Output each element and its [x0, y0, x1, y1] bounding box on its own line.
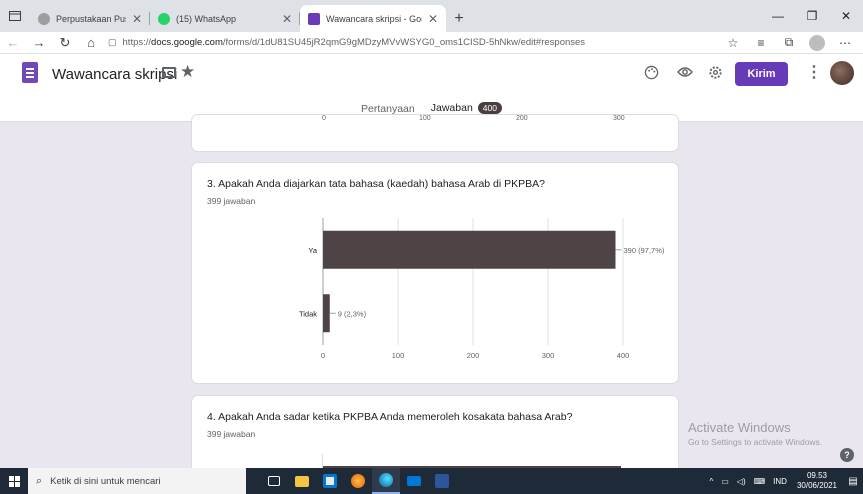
google-forms-favicon-icon [308, 12, 320, 25]
preview-eye-icon[interactable] [676, 63, 694, 81]
start-button[interactable] [0, 468, 28, 494]
search-icon: ⌕ [36, 474, 43, 487]
system-tray: ^ ▭ ◁) ⌨ IND 09.53 30/06/2021 ▤ [705, 468, 863, 494]
perpustakaan-favicon-icon [38, 12, 50, 25]
favorites-icon[interactable]: ≡ [747, 32, 775, 54]
form-title[interactable]: Wawancara skripsi [52, 66, 177, 83]
battery-icon[interactable]: ▭ [721, 477, 729, 486]
prev-axis-tick: 0 [322, 115, 326, 122]
mail-icon[interactable] [400, 468, 428, 494]
address-bar[interactable]: ▢ https://docs.google.com/forms/d/1dU81S… [104, 33, 719, 53]
tab-title: Perpustakaan Pusat [56, 13, 126, 24]
clock-date: 30/06/2021 [796, 481, 837, 490]
notification-icon[interactable]: ▤ [843, 468, 863, 494]
browser-profile-avatar[interactable] [809, 34, 825, 51]
help-icon[interactable]: ? [840, 448, 854, 462]
favorite-add-icon[interactable]: ☆ [719, 32, 747, 54]
taskbar-apps [260, 468, 456, 494]
x-tick-label: 100 [392, 351, 405, 360]
question-3-card: 3. Apakah Anda diajarkan tata bahasa (ka… [191, 162, 679, 384]
word-icon[interactable] [428, 468, 456, 494]
palette-icon[interactable] [642, 63, 660, 81]
window-controls: — ❐ ✕ [761, 0, 863, 32]
star-icon[interactable]: ★ [180, 62, 195, 82]
home-icon[interactable]: ⌂ [78, 32, 104, 54]
back-icon[interactable]: ← [0, 32, 26, 54]
url-domain: docs.google.com [151, 37, 223, 48]
new-tab-button[interactable]: + [446, 5, 472, 32]
tab-responses-label: Jawaban [430, 101, 473, 114]
whatsapp-favicon-icon [158, 12, 170, 25]
send-button[interactable]: Kirim [735, 62, 788, 86]
settings-gear-icon[interactable] [706, 63, 724, 81]
url-prefix: https:// [122, 37, 152, 48]
url-path: /forms/d/1dU81SU45jR2qmG9gMDzyMVvWSYG0_o… [222, 37, 586, 48]
user-avatar[interactable] [830, 61, 854, 85]
question-title: 4. Apakah Anda sadar ketika PKPBA Anda m… [207, 411, 573, 423]
windows-taskbar: ⌕ Ketik di sini untuk mencari ^ ▭ ◁) ⌨ I… [0, 468, 863, 494]
question-4-card: 4. Apakah Anda sadar ketika PKPBA Anda m… [191, 395, 679, 475]
tab-title: Wawancara skripsi - Google Forr [326, 13, 422, 24]
browser-actions: ☆ ≡ ⧉ ⋯ [719, 32, 863, 54]
response-count: 399 jawaban [207, 429, 256, 439]
browser-tab-perpustakaan[interactable]: Perpustakaan Pusat ✕ [30, 5, 150, 32]
prev-axis-tick: 200 [516, 115, 528, 122]
taskbar-search-placeholder: Ketik di sini untuk mencari [50, 475, 161, 487]
category-label: Tidak [299, 309, 317, 318]
activate-windows-watermark: Activate Windows Go to Settings to activ… [688, 420, 822, 447]
watermark-subtitle: Go to Settings to activate Windows. [688, 437, 823, 447]
x-tick-label: 0 [321, 351, 325, 360]
x-tick-label: 200 [467, 351, 480, 360]
keyboard-icon[interactable]: ⌨ [754, 477, 766, 486]
bar-tidak [323, 294, 330, 333]
prev-axis-tick: 300 [613, 115, 625, 122]
folder-icon[interactable] [162, 67, 176, 78]
windows-logo-icon [8, 475, 20, 487]
minimize-icon[interactable]: — [761, 0, 795, 32]
edge-icon[interactable] [372, 468, 400, 494]
data-label: 9 (2,3%) [338, 309, 367, 318]
refresh-icon[interactable]: ↻ [52, 32, 78, 54]
store-icon[interactable] [316, 468, 344, 494]
watermark-title: Activate Windows [688, 420, 791, 435]
google-forms-logo-icon[interactable] [22, 62, 38, 83]
language-indicator[interactable]: IND [773, 477, 787, 486]
category-label: Ya [308, 246, 317, 255]
more-options-icon[interactable]: ⋮ [806, 62, 822, 82]
file-explorer-icon[interactable] [288, 468, 316, 494]
volume-icon[interactable]: ◁) [737, 477, 746, 486]
clock-time: 09.53 [806, 471, 827, 480]
forms-header: Wawancara skripsi ★ Kirim ⋮ Pertanyaan J… [0, 54, 863, 122]
lock-icon: ▢ [108, 37, 117, 47]
firefox-icon[interactable] [344, 468, 372, 494]
close-tab-icon[interactable]: ✕ [282, 12, 292, 26]
response-count-badge: 400 [477, 101, 502, 114]
browser-tab-strip: Perpustakaan Pusat ✕ (15) WhatsApp ✕ Waw… [0, 0, 863, 32]
collections-icon[interactable]: ⧉ [775, 32, 803, 54]
task-view-icon[interactable] [260, 468, 288, 494]
settings-more-icon[interactable]: ⋯ [831, 32, 859, 54]
taskbar-search[interactable]: ⌕ Ketik di sini untuk mencari [28, 468, 246, 494]
prev-axis-tick: 100 [419, 115, 431, 122]
forward-icon[interactable]: → [26, 32, 52, 54]
x-tick-label: 400 [617, 351, 630, 360]
browser-tab-whatsapp[interactable]: (15) WhatsApp ✕ [150, 5, 300, 32]
browser-tab-forms[interactable]: Wawancara skripsi - Google Forr ✕ [300, 5, 446, 32]
close-tab-icon[interactable]: ✕ [132, 12, 142, 26]
data-label: 390 (97,7%) [624, 246, 665, 255]
previous-question-card: 0 100 200 300 [191, 114, 679, 152]
restore-icon[interactable]: ❐ [795, 0, 829, 32]
bar-ya [323, 230, 616, 269]
browser-toolbar: ← → ↻ ⌂ ▢ https://docs.google.com/forms/… [0, 32, 863, 54]
close-tab-icon[interactable]: ✕ [428, 12, 438, 26]
tab-actions-icon[interactable] [0, 0, 30, 32]
close-window-icon[interactable]: ✕ [829, 0, 863, 32]
tab-title: (15) WhatsApp [176, 13, 237, 24]
bar-chart: 0 100 200 300 400 Ya 390 (97,7%) Tidak 9 (2,3%) [299, 218, 665, 360]
x-tick-label: 300 [542, 351, 555, 360]
chevron-up-icon[interactable]: ^ [709, 477, 713, 486]
clock[interactable]: 09.53 30/06/2021 [797, 471, 837, 491]
